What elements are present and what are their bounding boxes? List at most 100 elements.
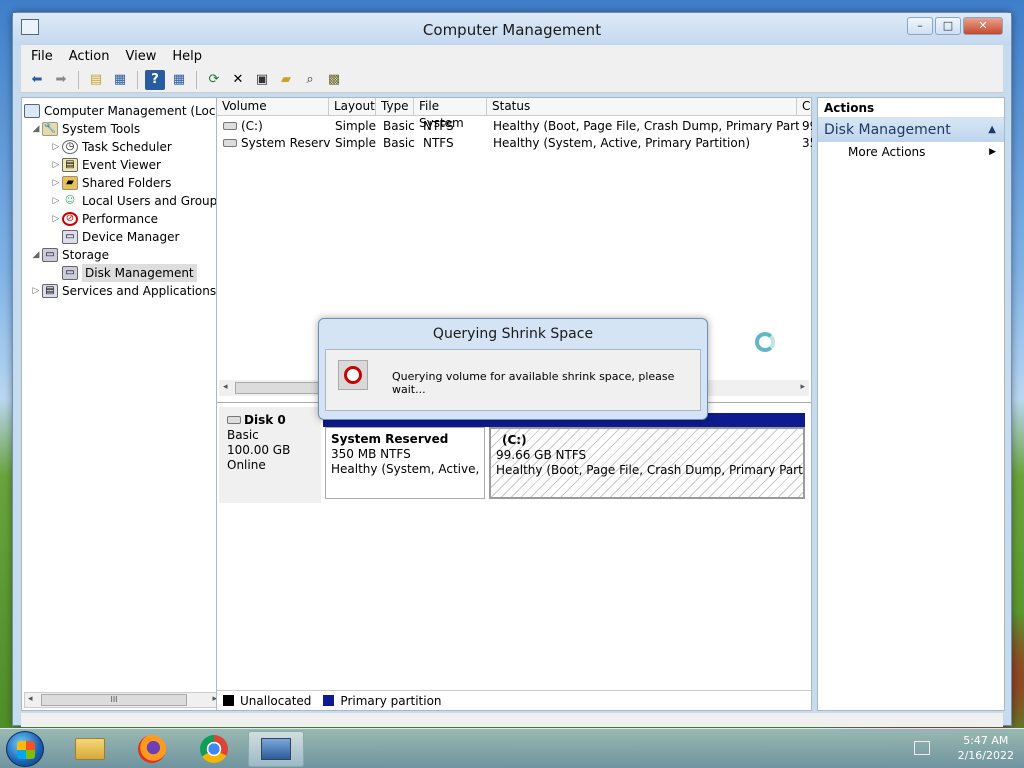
tree-item-computer-management[interactable]: Computer Management (Local <box>24 102 224 120</box>
tree-item-label: Disk Management <box>82 264 197 282</box>
partition-system-reserved[interactable]: System Reserved 350 MB NTFS Healthy (Sys… <box>325 427 485 499</box>
tree-horizontal-scrollbar[interactable]: ◂ III ▸ <box>24 692 221 708</box>
clock-icon <box>338 360 368 390</box>
partition-legend: Unallocated Primary partition <box>217 690 811 710</box>
taskbar-computer-management[interactable] <box>248 731 304 767</box>
system-clock[interactable]: 5:47 AM 2/16/2022 <box>958 733 1014 763</box>
partition-name: (C:) <box>502 433 527 447</box>
properties-icon[interactable]: ▣ <box>252 70 272 90</box>
scroll-left-icon[interactable]: ◂ <box>28 694 33 704</box>
volume-fs: NTFS <box>423 136 454 150</box>
taskbar-firefox[interactable] <box>124 731 180 767</box>
volume-type: Basic <box>383 119 415 133</box>
tree-item-shared-folders[interactable]: ▷ ▰ Shared Folders <box>50 174 171 192</box>
taskbar-chrome[interactable] <box>186 731 242 767</box>
partition-c-drive[interactable]: (C:) 99.66 GB NTFS Healthy (Boot, Page F… <box>489 427 805 499</box>
expand-arrow-icon[interactable]: ▷ <box>50 210 62 228</box>
disk-info-panel[interactable]: Disk 0 Basic 100.00 GB Online <box>219 407 321 503</box>
menu-bar: File Action View Help <box>21 45 1003 67</box>
column-volume[interactable]: Volume <box>217 98 329 116</box>
show-hide-tree-icon[interactable]: ▦ <box>110 70 130 90</box>
start-button[interactable] <box>6 731 44 767</box>
back-icon[interactable]: ⬅ <box>27 70 47 90</box>
expand-arrow-icon[interactable]: ▷ <box>50 192 62 210</box>
open-icon[interactable]: ▰ <box>276 70 296 90</box>
volume-row[interactable]: (C:) Simple Basic NTFS Healthy (Boot, Pa… <box>217 118 812 135</box>
clock-time: 5:47 AM <box>963 734 1009 747</box>
network-icon[interactable] <box>914 741 930 755</box>
tree-item-task-scheduler[interactable]: ▷ ◷ Task Scheduler <box>50 138 172 156</box>
help-icon[interactable]: ? <box>145 69 165 90</box>
tree-item-storage[interactable]: ◢ ▭ Storage <box>30 246 109 264</box>
taskbar-file-explorer[interactable] <box>62 731 118 767</box>
expand-arrow-icon[interactable]: ▷ <box>50 156 62 174</box>
tree-item-services-applications[interactable]: ▷ ▤ Services and Applications <box>30 282 216 300</box>
storage-icon: ▭ <box>42 248 58 262</box>
column-capacity[interactable]: C <box>797 98 813 116</box>
submenu-arrow-icon: ▶ <box>989 147 996 157</box>
expand-arrow-icon[interactable]: ▷ <box>50 138 62 156</box>
show-hide-action-pane-icon[interactable]: ▦ <box>169 70 189 90</box>
disk-type: Basic <box>227 428 259 442</box>
menu-view[interactable]: View <box>125 49 156 64</box>
title-bar[interactable]: Computer Management – □ ✕ <box>13 13 1011 45</box>
device-manager-icon: ▭ <box>62 230 78 244</box>
disk-size: 100.00 GB <box>227 443 291 457</box>
computer-icon <box>24 104 40 118</box>
disk-management-icon: ▭ <box>62 266 78 280</box>
actions-section-disk-management[interactable]: Disk Management ▲ <box>818 118 1004 142</box>
tree-item-label: System Tools <box>62 122 141 136</box>
scroll-left-icon[interactable]: ◂ <box>223 382 228 392</box>
scroll-right-icon[interactable]: ▸ <box>800 382 805 392</box>
collapse-arrow-icon[interactable]: ◢ <box>30 120 42 138</box>
console-tree: Computer Management (Local ◢ 🔧 System To… <box>21 97 224 711</box>
tree-item-local-users-groups[interactable]: ▷ ☺ Local Users and Groups <box>50 192 223 210</box>
column-layout[interactable]: Layout <box>329 98 376 116</box>
disk-settings-icon[interactable]: ▩ <box>324 70 344 90</box>
maximize-button[interactable]: □ <box>935 17 961 35</box>
tree-item-event-viewer[interactable]: ▷ ▤ Event Viewer <box>50 156 161 174</box>
tree-item-system-tools[interactable]: ◢ 🔧 System Tools <box>30 120 140 138</box>
collapse-up-icon[interactable]: ▲ <box>988 118 996 142</box>
disk-name: Disk 0 <box>244 413 286 427</box>
column-status[interactable]: Status <box>487 98 797 116</box>
delete-icon[interactable]: ✕ <box>228 70 248 90</box>
close-button[interactable]: ✕ <box>963 17 1003 35</box>
disk-state: Online <box>227 458 266 472</box>
volume-capacity: 99 <box>802 119 812 133</box>
partition-size: 350 MB NTFS <box>331 447 411 461</box>
partition-size: 99.66 GB NTFS <box>496 448 587 462</box>
column-type[interactable]: Type <box>376 98 414 116</box>
performance-icon: ⊘ <box>62 212 78 226</box>
expand-arrow-icon[interactable]: ▷ <box>30 282 42 300</box>
expand-arrow-icon[interactable]: ▷ <box>50 174 62 192</box>
scrollbar-thumb[interactable] <box>235 382 325 394</box>
volume-row[interactable]: System Reserved Simple Basic NTFS Health… <box>217 135 812 152</box>
tree-item-label: Services and Applications <box>62 284 217 298</box>
partition-status: Healthy (Boot, Page File, Crash Dump, Pr… <box>496 463 805 477</box>
refresh-icon[interactable]: ⟳ <box>204 70 224 90</box>
column-file-system[interactable]: File System <box>414 98 487 130</box>
tree-item-performance[interactable]: ▷ ⊘ Performance <box>50 210 158 228</box>
search-icon[interactable]: ⌕ <box>300 70 320 90</box>
menu-file[interactable]: File <box>31 49 53 64</box>
menu-help[interactable]: Help <box>172 49 202 64</box>
volume-name: System Reserved <box>241 136 331 150</box>
volume-layout: Simple <box>335 119 376 133</box>
scrollbar-thumb[interactable]: III <box>41 694 187 706</box>
menu-action[interactable]: Action <box>69 49 110 64</box>
legend-primary: Primary partition <box>340 693 442 708</box>
more-actions-item[interactable]: More Actions ▶ <box>818 142 1004 162</box>
firefox-icon <box>138 735 166 763</box>
clock-date: 2/16/2022 <box>957 749 1014 762</box>
forward-icon[interactable]: ➡ <box>51 70 71 90</box>
dialog-title: Querying Shrink Space <box>432 326 594 342</box>
collapse-arrow-icon[interactable]: ◢ <box>30 246 42 264</box>
tree-item-disk-management[interactable]: ▭ Disk Management <box>62 264 197 282</box>
clock-icon: ◷ <box>62 140 78 154</box>
tree-item-label: Computer Management (Local <box>44 104 224 118</box>
tree-item-device-manager[interactable]: ▭ Device Manager <box>62 228 179 246</box>
minimize-button[interactable]: – <box>907 17 933 35</box>
up-folder-icon[interactable]: ▤ <box>86 70 106 90</box>
volume-name: (C:) <box>241 119 263 133</box>
